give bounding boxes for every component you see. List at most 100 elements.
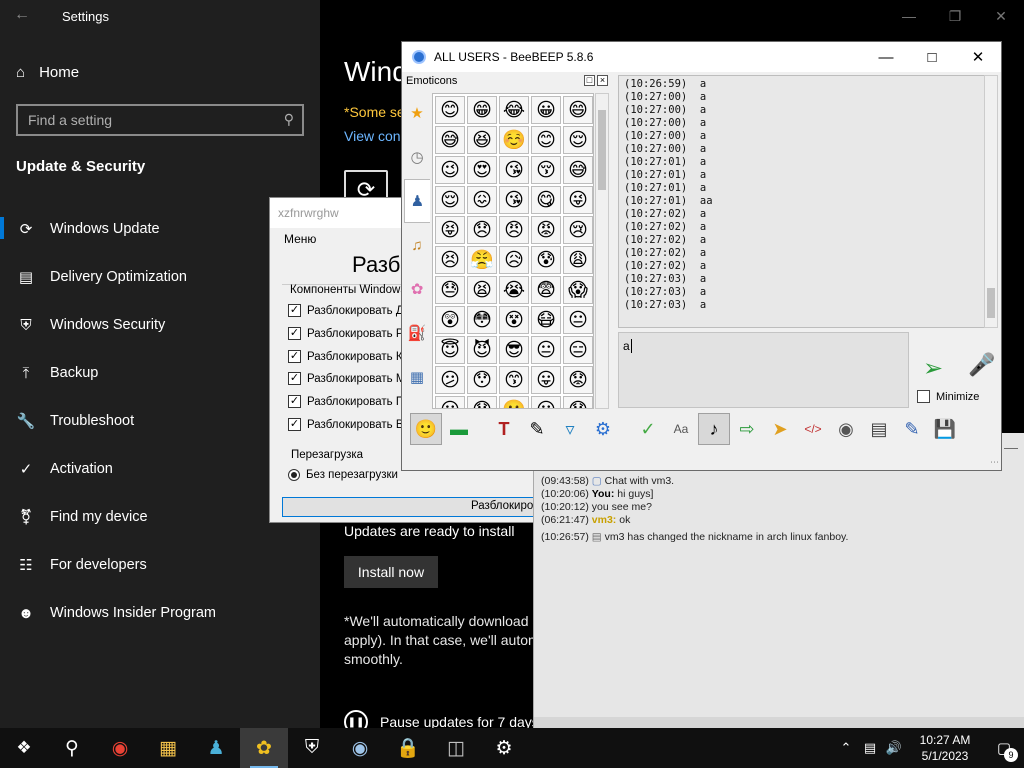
emoticon-cell[interactable]: 😡 [531, 216, 561, 244]
install-now-button[interactable]: Install now [344, 556, 438, 588]
emoticon-cell[interactable]: 😦 [435, 396, 465, 408]
tab-places-icon[interactable]: ⛽ [404, 311, 430, 355]
unblock-checkbox-5[interactable]: ✓ Разблокировать П [288, 395, 404, 408]
emoticon-cell[interactable]: 😮 [531, 396, 561, 408]
unblock-checkbox-6[interactable]: ✓ Разблокировать В [288, 418, 404, 431]
private-chat-input[interactable] [534, 717, 1024, 728]
restore-icon[interactable]: ❐ [932, 0, 978, 32]
music-note-icon[interactable]: ♪ [698, 413, 730, 445]
emoticon-cell[interactable]: 😊 [435, 96, 465, 124]
emoticon-cell[interactable]: 😋 [531, 186, 561, 214]
emoticon-cell[interactable]: 😘 [499, 186, 529, 214]
emoticon-scrollbar[interactable] [595, 93, 609, 409]
emoticon-cell[interactable]: ☺️ [499, 126, 529, 154]
emoticon-cell[interactable]: 😬 [499, 396, 529, 408]
minimize-checkbox[interactable]: Minimize [917, 390, 979, 403]
emoticon-cell[interactable]: 😭 [499, 276, 529, 304]
bee-icon[interactable]: ▬ [443, 413, 475, 445]
view-config-link[interactable]: View con [344, 128, 401, 144]
emoticon-cell[interactable]: 😌 [435, 186, 465, 214]
close-icon[interactable]: ✕ [978, 0, 1024, 32]
notes-icon[interactable]: ✎ [896, 413, 928, 445]
emoticons-toggle-icon[interactable]: 🙂 [410, 413, 442, 445]
emoticon-cell[interactable]: 😁 [467, 96, 497, 124]
send-file-icon[interactable]: ⇨ [731, 413, 763, 445]
scroll-thumb[interactable] [598, 110, 606, 190]
float-icon[interactable]: □ [584, 75, 595, 86]
emoticon-cell[interactable]: 😣 [435, 246, 465, 274]
app-figure-icon[interactable]: ♟ [192, 728, 240, 768]
emoticon-cell[interactable]: 😩 [563, 246, 593, 274]
emoticon-cell[interactable]: 😎 [499, 336, 529, 364]
emoticon-cell[interactable]: 😱 [563, 276, 593, 304]
scroll-thumb[interactable] [987, 288, 995, 318]
emoticon-cell[interactable]: 😧 [467, 396, 497, 408]
message-input[interactable]: a [618, 332, 909, 408]
tool-menu[interactable]: Меню [284, 232, 316, 246]
settings-gear-icon[interactable]: ⚙ [480, 728, 528, 768]
unblock-checkbox-2[interactable]: ✓ Разблокировать Р [288, 327, 404, 340]
emoticon-cell[interactable]: 😝 [435, 216, 465, 244]
file-explorer-icon[interactable]: ▦ [144, 728, 192, 768]
tab-objects-bell-icon[interactable]: ♫ [404, 223, 430, 267]
tab-favorites-star-icon[interactable]: ★ [404, 91, 430, 135]
chat-scrollbar[interactable] [984, 75, 998, 328]
emoticon-cell[interactable]: 😌 [563, 126, 593, 154]
no-restart-radio[interactable]: Без перезагрузки [288, 469, 398, 481]
chrome-icon[interactable]: ◉ [96, 728, 144, 768]
sidebar-item-for-developers[interactable]: ☷ For developers [0, 541, 320, 589]
color-palette-icon[interactable]: ✎ [521, 413, 553, 445]
emoticon-cell[interactable]: 😆 [467, 126, 497, 154]
tab-nature-flower-icon[interactable]: ✿ [404, 267, 430, 311]
emoticon-cell[interactable]: 😍 [467, 156, 497, 184]
settings-search-input[interactable]: Find a setting ⚲ [16, 104, 304, 136]
emoticon-cell[interactable]: 😕 [435, 366, 465, 394]
emoticon-cell[interactable]: 😵 [499, 306, 529, 334]
emoticon-cell[interactable]: 😠 [499, 216, 529, 244]
emoticon-cell[interactable]: 😐 [531, 336, 561, 364]
steam-icon[interactable]: ◉ [336, 728, 384, 768]
emoticon-cell[interactable]: 😅 [563, 156, 593, 184]
emoticon-cell[interactable]: 😰 [531, 246, 561, 274]
emoticon-cell[interactable]: 😂 [499, 96, 529, 124]
emoticon-cell[interactable]: 😉 [435, 156, 465, 184]
emoticon-cell[interactable]: 😈 [467, 336, 497, 364]
spellcheck-icon[interactable]: ✓ [632, 413, 664, 445]
chevron-up-icon[interactable]: ⌃ [834, 740, 858, 756]
tab-recent-clock-icon[interactable]: ◷ [404, 135, 430, 179]
emoticon-cell[interactable]: 😞 [467, 216, 497, 244]
emoticon-cell[interactable]: 😚 [531, 156, 561, 184]
send-message-icon[interactable]: ➢ [916, 354, 950, 382]
save-icon[interactable]: 💾 [929, 413, 961, 445]
emoticon-cell[interactable]: 😑 [563, 336, 593, 364]
security-shield-icon[interactable]: ⛨ [288, 728, 336, 768]
unblock-checkbox-3[interactable]: ✓ Разблокировать К [288, 350, 403, 363]
lock-app-icon[interactable]: 🔒 [384, 728, 432, 768]
emoticon-cell[interactable]: 😊 [531, 126, 561, 154]
microphone-icon[interactable]: 🎤 [968, 352, 995, 382]
emoticon-cell[interactable]: 😛 [531, 366, 561, 394]
emoticon-cell[interactable]: 😲 [435, 306, 465, 334]
emoticon-cell[interactable]: 😳 [467, 306, 497, 334]
emoticon-cell[interactable]: 😐 [563, 306, 593, 334]
font-icon[interactable]: T [488, 413, 520, 445]
close-icon[interactable]: ✕ [955, 42, 1001, 72]
tab-people-icon[interactable]: ♟ [404, 179, 430, 223]
send-folder-icon[interactable]: ➤ [764, 413, 796, 445]
emoticon-cell[interactable]: 😘 [499, 156, 529, 184]
sidebar-item-windows-insider[interactable]: ☻ Windows Insider Program [0, 589, 320, 637]
emoticon-cell[interactable]: 😥 [499, 246, 529, 274]
unblock-checkbox-1[interactable]: ✓ Разблокировать Д [288, 304, 404, 317]
close-icon[interactable]: — [1004, 439, 1018, 455]
emoticon-cell[interactable]: 😯 [563, 396, 593, 408]
network-icon[interactable]: ▤ [858, 740, 882, 756]
emoticon-cell[interactable]: 😨 [531, 276, 561, 304]
emoticon-cell[interactable]: 😜 [563, 186, 593, 214]
emoticon-cell[interactable]: 😟 [563, 366, 593, 394]
home-nav[interactable]: ⌂ Home [16, 64, 79, 81]
beebeep-taskbar-icon[interactable]: ✿ [240, 728, 288, 768]
emoticon-cell[interactable]: 😖 [467, 186, 497, 214]
resize-grip-icon[interactable]: ⋯ [990, 457, 999, 468]
emoticon-cell[interactable]: 😄 [563, 96, 593, 124]
start-windows-icon[interactable]: ❖ [0, 728, 48, 768]
